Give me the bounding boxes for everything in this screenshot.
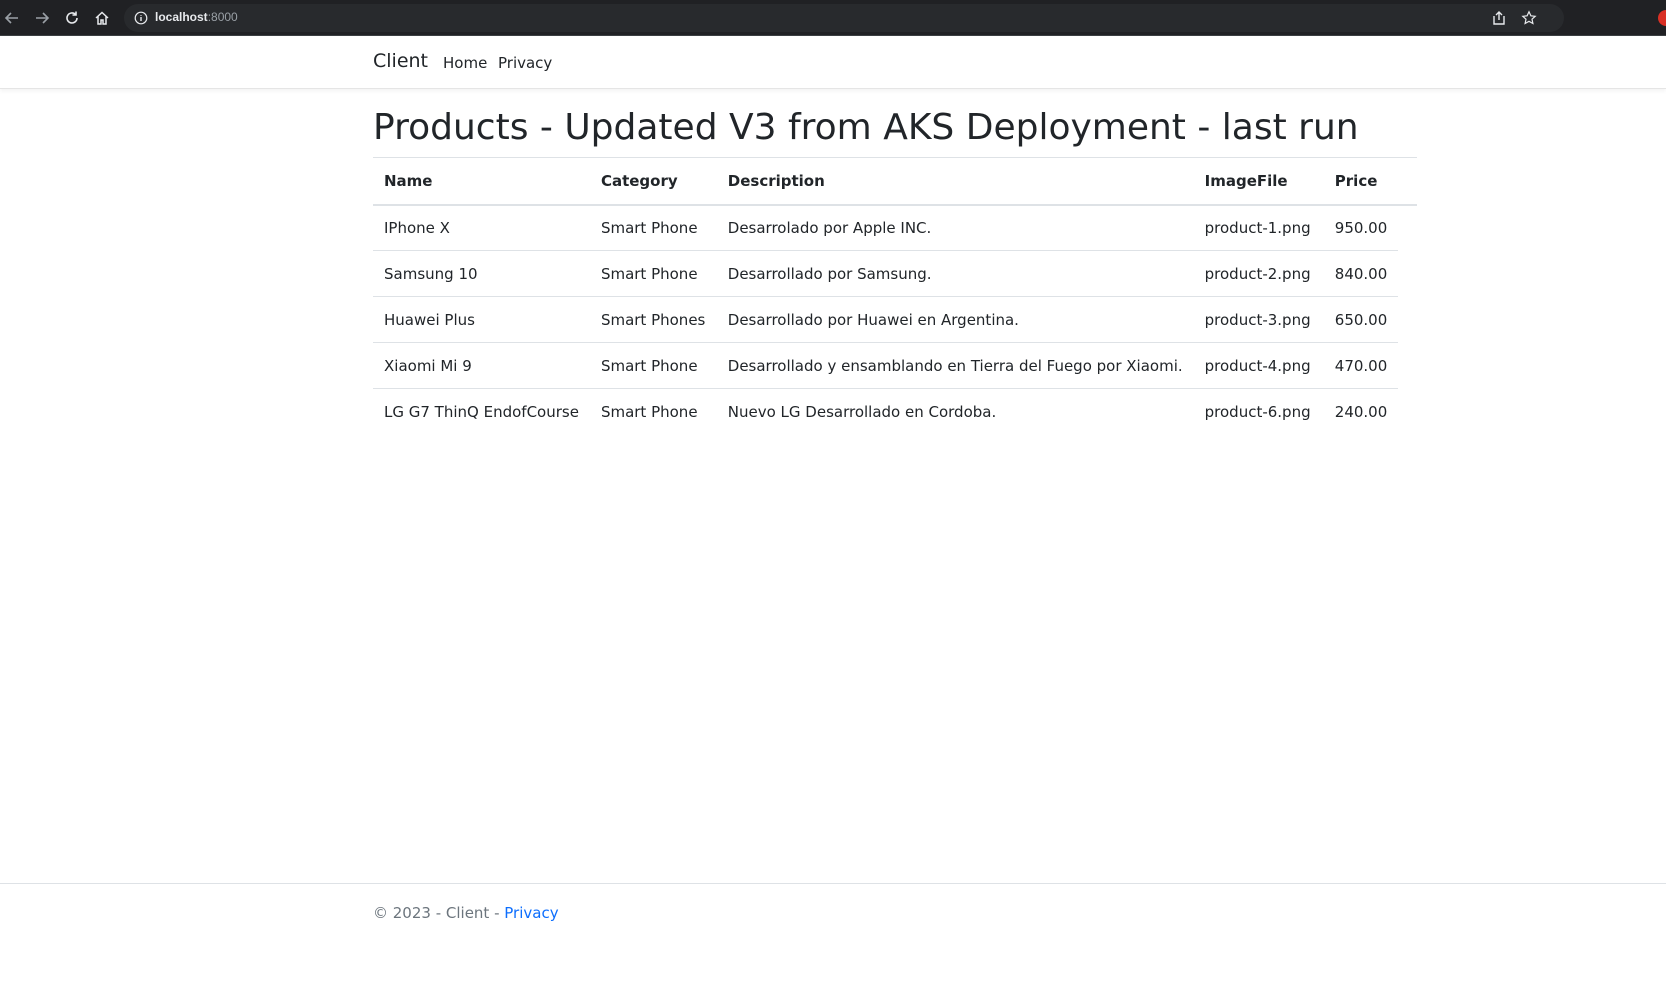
cell-price: 470.00: [1323, 342, 1399, 389]
table-row: LG G7 ThinQ EndofCourse Smart Phone Nuev…: [373, 389, 1417, 435]
cell-imagefile: product-6.png: [1204, 402, 1311, 421]
table-header-row: Name Category Description ImageFile Pric…: [373, 157, 1417, 206]
extension-icon[interactable]: [1658, 10, 1666, 26]
cell-name: IPhone X: [373, 204, 590, 251]
column-header-imagefile: ImageFile: [1193, 157, 1324, 206]
table-row: Xiaomi Mi 9 Smart Phone Desarrollado y e…: [373, 342, 1417, 389]
cell-description: Nuevo LG Desarrollado en Cordoba.: [727, 402, 997, 421]
row-spacer: [1398, 205, 1417, 251]
products-table: Name Category Description ImageFile Pric…: [373, 157, 1417, 435]
copyright-text: © 2023 - Client -: [373, 904, 505, 922]
cell-description: Desarrollado por Huawei en Argentina.: [716, 296, 1194, 343]
cell-name: Huawei Plus: [373, 296, 590, 343]
row-spacer: [1398, 389, 1417, 435]
site-info-icon[interactable]: [134, 11, 148, 25]
cell-name: LG G7 ThinQ EndofCourse: [384, 402, 579, 421]
row-spacer: [1398, 343, 1417, 389]
cell-description: Desarrollado y ensamblando en Tierra del…: [716, 342, 1194, 389]
address-bar[interactable]: localhost:8000: [124, 4, 1564, 32]
row-spacer: [1398, 251, 1417, 297]
cell-name: Samsung 10: [373, 250, 590, 297]
footer-privacy-link[interactable]: Privacy: [504, 904, 558, 922]
cell-category: Smart Phone: [600, 402, 698, 421]
cell-price: 950.00: [1323, 204, 1399, 251]
home-icon[interactable]: [90, 6, 114, 30]
row-spacer: [1398, 297, 1417, 343]
column-header-description: Description: [716, 157, 1194, 206]
reload-icon[interactable]: [60, 6, 84, 30]
page-title: Products - Updated V3 from AKS Deploymen…: [373, 107, 1359, 148]
footer-text: © 2023 - Client - Privacy: [373, 904, 559, 922]
back-arrow-icon[interactable]: [0, 6, 24, 30]
navbar-brand[interactable]: Client: [373, 50, 428, 72]
nav-link-privacy[interactable]: Privacy: [498, 54, 552, 72]
footer: © 2023 - Client - Privacy: [0, 883, 1666, 987]
cell-imagefile: product-1.png: [1193, 204, 1324, 251]
column-header-category: Category: [589, 157, 717, 206]
cell-category: Smart Phones: [589, 296, 717, 343]
cell-imagefile: product-2.png: [1193, 250, 1324, 297]
share-icon[interactable]: [1487, 6, 1511, 30]
cell-description: Desarrolado por Apple INC.: [716, 204, 1194, 251]
header-spacer: [1398, 157, 1417, 206]
table-row: IPhone X Smart Phone Desarrolado por App…: [373, 204, 1417, 251]
bookmark-star-icon[interactable]: [1517, 6, 1541, 30]
cell-imagefile: product-3.png: [1193, 296, 1324, 343]
cell-category: Smart Phone: [589, 342, 717, 389]
cell-category: Smart Phone: [589, 250, 717, 297]
column-header-price: Price: [1323, 157, 1399, 206]
cell-description: Desarrollado por Samsung.: [716, 250, 1194, 297]
cell-price: 240.00: [1334, 402, 1388, 421]
cell-category: Smart Phone: [589, 204, 717, 251]
column-header-name: Name: [373, 157, 590, 206]
cell-name: Xiaomi Mi 9: [373, 342, 590, 389]
table-row: Samsung 10 Smart Phone Desarrollado por …: [373, 250, 1417, 297]
browser-toolbar: localhost:8000: [0, 0, 1666, 36]
forward-arrow-icon[interactable]: [30, 6, 54, 30]
nav-link-home[interactable]: Home: [443, 54, 487, 72]
url-text: localhost:8000: [155, 10, 238, 24]
app-navbar: Client Home Privacy: [0, 36, 1666, 89]
cell-price: 650.00: [1323, 296, 1399, 343]
cell-price: 840.00: [1323, 250, 1399, 297]
cell-imagefile: product-4.png: [1193, 342, 1324, 389]
table-row: Huawei Plus Smart Phones Desarrollado po…: [373, 296, 1417, 343]
